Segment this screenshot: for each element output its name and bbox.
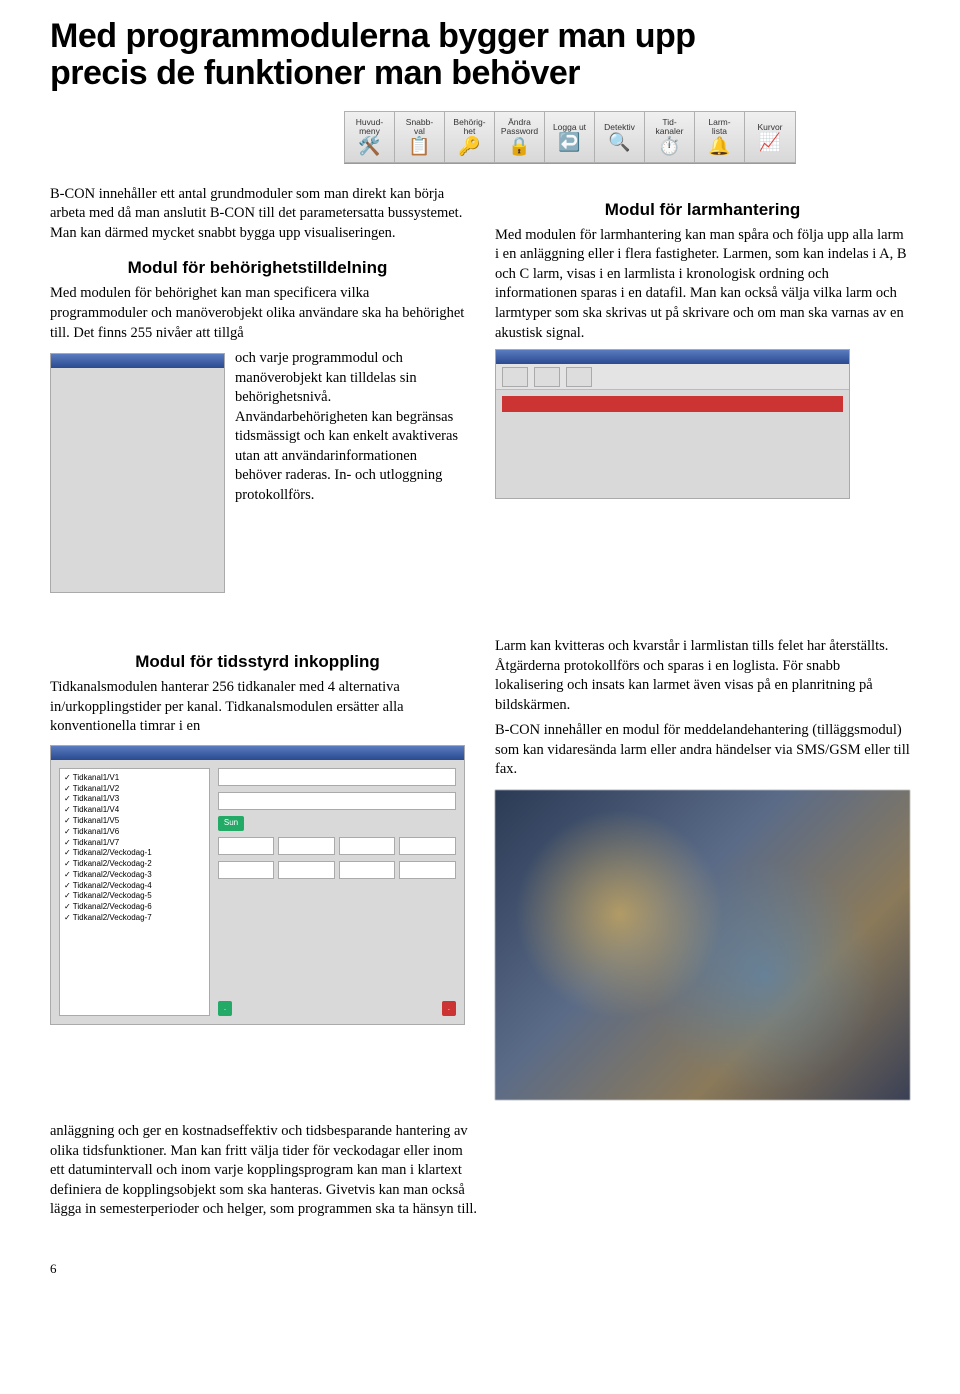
toolbar-btn-1[interactable]: Snabb- val📋 [395, 112, 445, 162]
toolbar-icon: ⏱️ [658, 137, 680, 155]
toolbar-btn-8[interactable]: Kurvor📈 [745, 112, 795, 162]
larm-para: Med modulen för larmhantering kan man sp… [495, 226, 910, 343]
timer-list-item: Tidkanal2/Veckodag-1 [64, 848, 205, 859]
photo-building [495, 790, 910, 1100]
toolbar-btn-7[interactable]: Larm- lista🔔 [695, 112, 745, 162]
toolbar-btn-0[interactable]: Huvud- meny🛠️ [345, 112, 395, 162]
timer-list-item: Tidkanal1/V2 [64, 784, 205, 795]
screenshot-tidkanal: Tidkanal1/V1Tidkanal1/V2Tidkanal1/V3Tidk… [50, 745, 465, 1025]
timer-list-item: Tidkanal1/V6 [64, 827, 205, 838]
timer-list-item: Tidkanal2/Veckodag-5 [64, 891, 205, 902]
timer-list-item: Tidkanal2/Veckodag-4 [64, 881, 205, 892]
timer-list-item: Tidkanal2/Veckodag-2 [64, 859, 205, 870]
toolbar-btn-4[interactable]: Logga ut↩️ [545, 112, 595, 162]
intro-paragraph: B-CON innehåller ett antal grundmoduler … [50, 185, 465, 244]
toolbar-btn-2[interactable]: Behörig- het🔑 [445, 112, 495, 162]
toolbar-icon: 🔒 [508, 137, 530, 155]
page-title: Med programmodulerna bygger man upp prec… [50, 18, 910, 93]
toolbar: Huvud- meny🛠️Snabb- val📋Behörig- het🔑Änd… [230, 111, 910, 163]
heading-tidsstyrd: Modul för tidsstyrd inkoppling [50, 651, 465, 674]
toolbar-icon: 🔔 [708, 137, 730, 155]
timer-list-item: Tidkanal2/Veckodag-7 [64, 913, 205, 924]
toolbar-icon: 🔑 [458, 137, 480, 155]
toolbar-btn-5[interactable]: Detektiv🔍 [595, 112, 645, 162]
toolbar-btn-6[interactable]: Tid- kanaler⏱️ [645, 112, 695, 162]
meddelande-para: B-CON innehåller en modul för meddelande… [495, 721, 910, 780]
behorighet-para1: Med modulen för behörighet kan man speci… [50, 284, 465, 343]
tidsstyrd-para: Tidkanalsmodulen hanterar 256 tidkanaler… [50, 678, 465, 737]
timer-list-item: Tidkanal1/V4 [64, 805, 205, 816]
toolbar-btn-3[interactable]: Ändra Password🔒 [495, 112, 545, 162]
timer-list-item: Tidkanal1/V7 [64, 838, 205, 849]
heading-behorighet: Modul för behörighetstilldelning [50, 257, 465, 280]
larm-kvittera-para: Larm kan kvitteras och kvarstår i larmli… [495, 637, 910, 715]
screenshot-larm [495, 349, 850, 499]
timer-list-item: Tidkanal2/Veckodag-3 [64, 870, 205, 881]
page-number: 6 [50, 1260, 910, 1278]
timer-list-item: Tidkanal1/V3 [64, 794, 205, 805]
toolbar-icon: 📈 [759, 133, 781, 151]
screenshot-behorighet [50, 353, 225, 593]
timer-list-item: Tidkanal1/V1 [64, 773, 205, 784]
toolbar-icon: 📋 [408, 137, 430, 155]
heading-larm: Modul för larmhantering [495, 199, 910, 222]
timer-list-item: Tidkanal2/Veckodag-6 [64, 902, 205, 913]
toolbar-icon: 🛠️ [358, 137, 380, 155]
timer-list-item: Tidkanal1/V5 [64, 816, 205, 827]
toolbar-icon: ↩️ [558, 133, 580, 151]
bottom-para: anläggning och ger en kostnadseffektiv o… [50, 1122, 480, 1220]
toolbar-icon: 🔍 [608, 133, 630, 151]
